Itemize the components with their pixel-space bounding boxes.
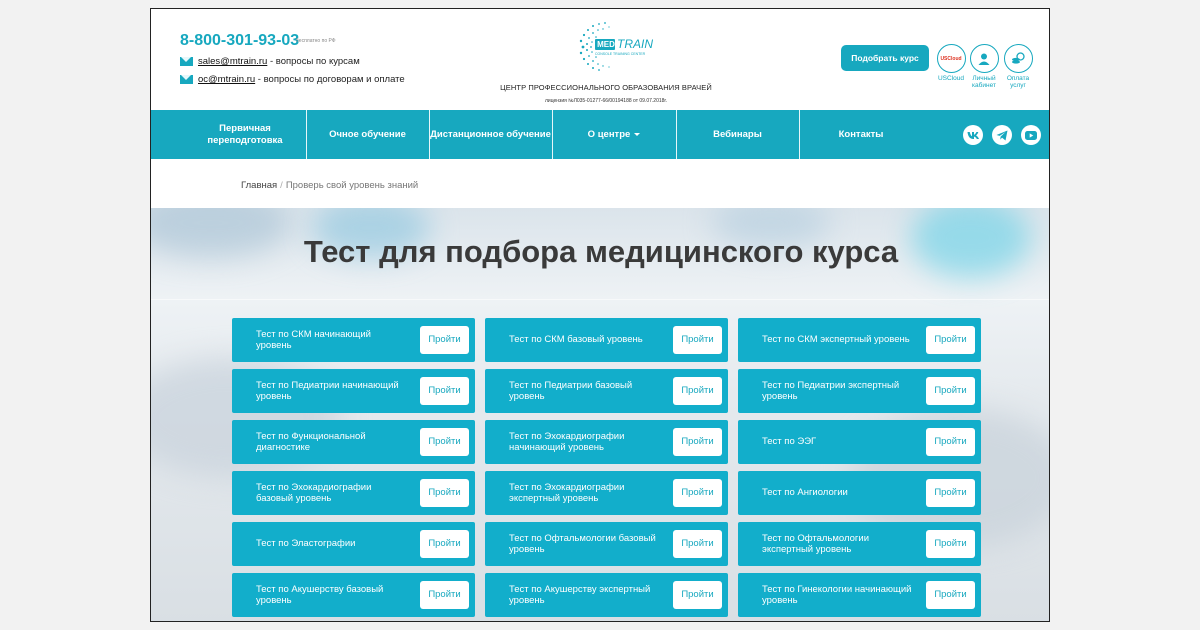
take-test-button[interactable]: Пройти [420,479,469,507]
test-card-title: Тест по Эхокардиографии начинающий урове… [509,430,625,454]
browser-page: 8-800-301-93-03 бесплатно по РФ sales@mt… [150,8,1050,622]
test-card: Тест по Акушерству базовый уровень Пройти [232,573,475,617]
test-card-title: Тест по Офтальмологии базовый уровень [509,532,656,556]
take-test-button[interactable]: Пройти [673,428,722,456]
phone-number[interactable]: 8-800-301-93-03 [180,32,299,50]
test-card: Тест по Эластографии Пройти [232,522,475,566]
take-test-button[interactable]: Пройти [420,581,469,609]
account-label: Личный кабинет [972,75,996,89]
vk-icon[interactable] [963,125,983,145]
breadcrumb: Главная / Проверь свой уровень знаний [241,180,418,191]
envelope-icon [180,57,193,66]
take-test-button[interactable]: Пройти [673,530,722,558]
nav-distance[interactable]: Дистанционное обучение [429,110,552,159]
hero-divider [151,299,1049,300]
user-icon [969,44,999,73]
phone-note: бесплатно по РФ [296,38,336,44]
email-link-oc[interactable]: oc@mtrain.ru [198,74,255,85]
test-card-title: Тест по СКМ базовый уровень [509,334,643,346]
main-nav: Первичная переподготовка Очное обучение … [151,110,1049,159]
nav-about[interactable]: О центре [552,110,676,159]
envelope-icon [180,75,193,84]
logo-word-med: MED [597,40,615,49]
test-card: Тест по СКМ начинающий уровень Пройти [232,318,475,362]
take-test-button[interactable]: Пройти [926,377,975,405]
test-card-title: Тест по Педиатрии экспертный уровень [762,379,900,403]
breadcrumb-home[interactable]: Главная [241,180,277,191]
take-test-button[interactable]: Пройти [673,326,722,354]
take-test-button[interactable]: Пройти [673,581,722,609]
take-test-button[interactable]: Пройти [926,530,975,558]
take-test-button[interactable]: Пройти [926,326,975,354]
telegram-icon[interactable] [992,125,1012,145]
account-link[interactable]: Личный кабинет [967,44,1001,89]
test-card: Тест по Эхокардиографии экспертный урове… [485,471,728,515]
take-test-button[interactable]: Пройти [926,428,975,456]
test-card: Тест по Ангиологии Пройти [738,471,981,515]
test-card-title: Тест по СКМ экспертный уровень [762,334,910,346]
take-test-button[interactable]: Пройти [673,479,722,507]
take-test-button[interactable]: Пройти [420,377,469,405]
page-title: Тест для подбора медицинского курса [303,234,899,269]
breadcrumb-current: Проверь свой уровень знаний [285,180,419,191]
take-test-button[interactable]: Пройти [420,428,469,456]
test-card-title: Тест по Педиатрии начинающий уровень [256,379,399,403]
coins-icon [1003,44,1033,73]
test-card: Тест по Педиатрии экспертный уровень Прой… [738,369,981,413]
nav-contacts[interactable]: Контакты [799,110,923,159]
nav-fulltime[interactable]: Очное обучение [306,110,429,159]
test-card: Тест по Офтальмологии базовый уровень Про… [485,522,728,566]
test-card-title: Тест по Офтальмологии экспертный уровень [762,532,869,556]
youtube-icon[interactable] [1021,125,1041,145]
uscloud-icon: USCloud [936,44,966,73]
take-test-button[interactable]: Пройти [420,530,469,558]
take-test-button[interactable]: Пройти [926,581,975,609]
logo-tagline: CONSOLE TRAINING CENTER [595,52,646,56]
uscloud-link[interactable]: USCloud USCloud [934,44,968,82]
test-card-title: Тест по Эластографии [256,538,356,550]
test-card-title: Тест по Функциональной диагностике [256,430,366,454]
test-card: Тест по Педиатрии начинающий уровень Прой… [232,369,475,413]
uscloud-label: USCloud [937,75,964,82]
payment-link[interactable]: Оплата услуг [1001,44,1035,89]
email-row-oc: oc@mtrain.ru - вопросы по договорам и оп… [180,74,405,85]
test-card-title: Тест по СКМ начинающий уровень [256,328,371,352]
license-text: лицензия №Л035-01277-66/00194188 от 09.0… [544,98,668,104]
test-card: Тест по Офтальмологии экспертный уровень… [738,522,981,566]
test-card-title: Тест по Эхокардиографии базовый уровень [256,481,372,505]
email-row-sales: sales@mtrain.ru - вопросы по курсам [180,56,360,67]
test-card-title: Тест по Педиатрии базовый уровень [509,379,633,403]
caret-down-icon [634,133,641,136]
test-card-title: Тест по ЭЭГ [762,436,817,448]
test-card: Тест по Гинекологии начинающий уровень Пр… [738,573,981,617]
uscloud-badge: USCloud [940,55,962,62]
logo-word-train: TRAIN [617,37,653,51]
take-test-button[interactable]: Пройти [420,326,469,354]
test-card: Тест по Функциональной диагностике Пройти [232,420,475,464]
test-card: Тест по Педиатрии базовый уровень Пройти [485,369,728,413]
center-title: ЦЕНТР ПРОФЕССИОНАЛЬНОГО ОБРАЗОВАНИЯ ВРАЧ… [500,83,712,92]
pick-course-button[interactable]: Подобрать курс [841,45,929,71]
test-card: Тест по Эхокардиографии базовый уровень П… [232,471,475,515]
test-card: Тест по Эхокардиографии начинающий урове… [485,420,728,464]
test-card-title: Тест по Ангиологии [762,487,848,499]
breadcrumb-separator: / [280,180,283,191]
test-card-title: Тест по Гинекологии начинающий уровень [762,583,912,607]
email-desc-sales: - вопросы по курсам [267,56,360,67]
test-card-title: Тест по Акушерству базовый уровень [256,583,384,607]
test-card: Тест по Акушерству экспертный уровень Про… [485,573,728,617]
nav-retraining[interactable]: Первичная переподготовка [191,110,299,159]
take-test-button[interactable]: Пройти [926,479,975,507]
test-card: Тест по СКМ экспертный уровень Пройти [738,318,981,362]
nav-webinars[interactable]: Вебинары [676,110,799,159]
test-card: Тест по СКМ базовый уровень Пройти [485,318,728,362]
take-test-button[interactable]: Пройти [673,377,722,405]
nav-about-label: О центре [587,128,631,140]
email-link-sales[interactable]: sales@mtrain.ru [198,56,267,67]
test-card: Тест по ЭЭГ Пройти [738,420,981,464]
test-card-title: Тест по Акушерству экспертный уровень [509,583,651,607]
payment-label: Оплата услуг [1006,75,1030,89]
email-desc-oc: - вопросы по договорам и оплате [255,74,405,85]
test-card-title: Тест по Эхокардиографии экспертный урове… [509,481,625,505]
